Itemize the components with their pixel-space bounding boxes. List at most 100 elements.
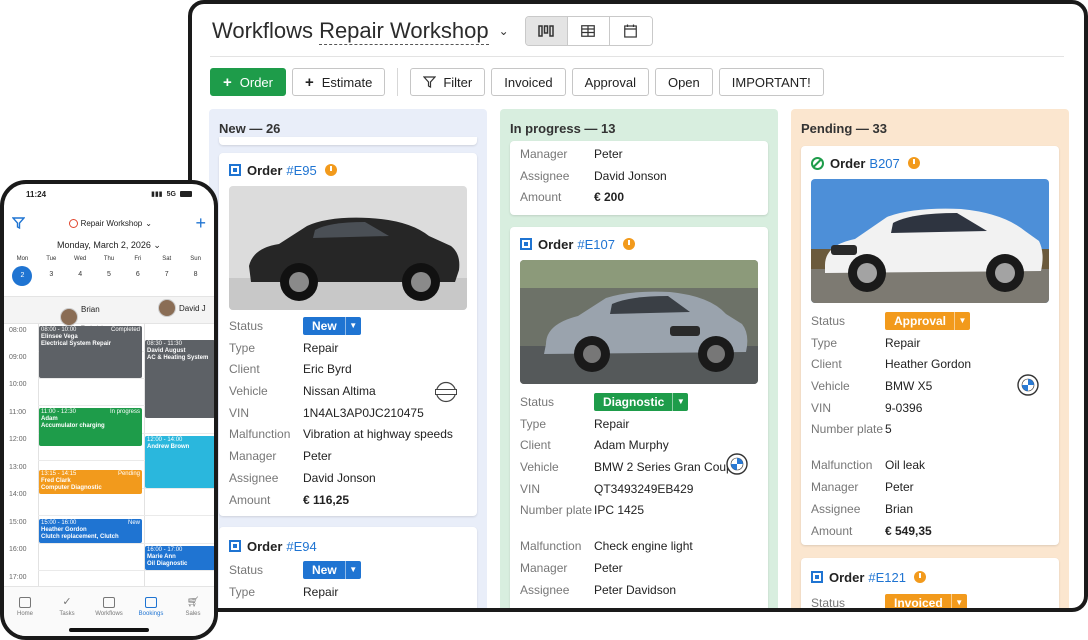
field-value: Adam Murphy (594, 438, 669, 453)
event-client: Andrew Brown (147, 444, 190, 450)
booking-event[interactable]: New 15:00 - 16:00 Heather Gordon Clutch … (39, 519, 142, 543)
booking-event[interactable]: In progress 11:00 - 12:30 Adam Accumulat… (39, 408, 142, 446)
order-card-b207[interactable]: Order B207 Status Approval ▼ Type Repair… (801, 146, 1059, 545)
column-header: New — 26 (219, 121, 281, 136)
status-value: Diagnostic (603, 395, 665, 409)
status-dropdown[interactable]: Approval ▼ (885, 312, 971, 330)
filter-icon[interactable] (12, 217, 25, 229)
weekday-label: Fri (134, 256, 142, 262)
order-card-e121[interactable]: Order #E121 Status Invoiced ▼ (801, 558, 1059, 608)
day-sat[interactable]: Sat 7 (152, 256, 181, 286)
status-dropdown[interactable]: Invoiced ▼ (885, 594, 967, 608)
day-tue[interactable]: Tue 3 (37, 256, 66, 286)
field-value: Repair (885, 335, 921, 350)
tab-sales[interactable]: 🛒︎ Sales (172, 587, 214, 636)
weekday-label: Mon (16, 256, 29, 262)
status-dropdown[interactable]: New ▼ (303, 317, 361, 335)
field-label: Vehicle (520, 460, 559, 475)
hour-label: 09:00 (9, 354, 27, 361)
cart-icon: 🛒︎ (186, 597, 200, 608)
day-mon[interactable]: Mon 2 (8, 256, 37, 286)
order-number-link[interactable]: #E95 (286, 163, 316, 178)
tab-label: Tasks (59, 611, 75, 617)
card-fields: Status New ▼ Type Repair Client Eric Byrd Ve… (219, 310, 477, 511)
add-order-button[interactable]: + Order (210, 68, 286, 96)
field-value: Check engine light (594, 539, 693, 554)
previous-card-edge (219, 137, 477, 145)
card-title: Order #E121 (801, 565, 1059, 589)
event-time: 12:00 - 14:00 (147, 437, 183, 443)
day-thu[interactable]: Thu 5 (95, 256, 124, 286)
chevron-down-icon[interactable]: ⌄ (499, 24, 509, 38)
event-status: Pending (117, 471, 140, 477)
status-dropdown[interactable]: Diagnostic ▼ (594, 393, 689, 411)
workshop-selector[interactable]: Repair Workshop (319, 18, 489, 45)
order-card-partial[interactable]: Manager Peter Assignee David Jonson Amount… (510, 141, 768, 215)
filter-button[interactable]: Filter (410, 68, 486, 96)
field-label: Status (811, 314, 846, 328)
home-icon (19, 597, 31, 608)
field-value: Repair (594, 416, 630, 431)
order-number-link[interactable]: #E94 (286, 539, 316, 554)
add-estimate-label: Estimate (321, 74, 373, 90)
booking-event[interactable]: Pending 13:15 - 14:15 Fred Clark Compute… (39, 470, 142, 494)
order-card-e95[interactable]: Order #E95 Status New ▼ Type Repair Clie… (219, 153, 477, 516)
field-value: David Jonson (303, 470, 376, 485)
order-number-link[interactable]: B207 (869, 156, 899, 171)
field-amount: Amount € 549,35 (811, 521, 1049, 543)
order-card-e94[interactable]: Order #E94 Status New ▼ Type Repair (219, 527, 477, 608)
add-button[interactable]: + (195, 213, 206, 234)
field-label: Manager (229, 449, 277, 464)
event-service: Computer Diagnostic (41, 485, 102, 491)
filter-important-button[interactable]: IMPORTANT! (718, 68, 824, 96)
booking-event[interactable]: 12:00 - 14:00 Andrew Brown (145, 436, 214, 488)
tab-label: Sales (185, 611, 201, 617)
field-plate: Number plate IPC 1425 (520, 500, 758, 536)
order-icon (229, 540, 241, 552)
field-label: Manager (520, 147, 568, 161)
field-malfunction: Malfunction Oil leak (811, 455, 1049, 477)
filter-invoiced-button[interactable]: Invoiced (491, 68, 566, 96)
field-amount: Amount € 116,25 (229, 490, 467, 512)
workshop-selector[interactable]: Repair Workshop ⌄ (68, 218, 152, 228)
filter-approval-button[interactable]: Approval (571, 68, 649, 96)
field-value: David Jonson (594, 168, 667, 183)
booking-event[interactable]: Completed 08:00 - 10:00 Elinsee Vega Ele… (39, 326, 142, 378)
date-label: Monday, March 2, 2026 (57, 240, 151, 250)
desktop-window: Workflows Repair Workshop ⌄ + Order + Esti… (188, 0, 1088, 612)
car-image (520, 260, 758, 384)
day-sun[interactable]: Sun 8 (181, 256, 210, 286)
field-value: Repair (303, 340, 339, 355)
field-vehicle: Vehicle BMW X5 (811, 374, 1049, 398)
order-number-link[interactable]: #E121 (868, 570, 906, 585)
field-value: Repair (303, 584, 339, 599)
avatar (158, 299, 176, 317)
field-manager: Manager Peter (811, 477, 1049, 499)
battery-icon (180, 191, 192, 197)
kanban-view-button[interactable] (525, 17, 568, 45)
field-label: Assignee (520, 168, 570, 183)
date-picker[interactable]: Monday, March 2, 2026 ⌄ (4, 240, 214, 251)
view-switcher (524, 16, 653, 46)
day-wed[interactable]: Wed 4 (66, 256, 95, 286)
field-assignee: Assignee Brian (811, 499, 1049, 521)
tab-home[interactable]: Home (4, 587, 46, 636)
technician-david[interactable]: David J (158, 299, 206, 317)
booking-event[interactable]: 16:00 - 17:00 Marie Ann Oil Diagnostic (145, 546, 214, 570)
card-prefix: Order (830, 155, 866, 171)
order-card-e107[interactable]: Order #E107 Status Diagnostic ▼ Type Rep… (510, 227, 768, 608)
table-view-button[interactable] (567, 17, 610, 45)
day-fri[interactable]: Fri 6 (123, 256, 152, 286)
status-dropdown[interactable]: New ▼ (303, 561, 361, 579)
add-estimate-button[interactable]: + Estimate (292, 68, 386, 96)
field-type: Type Repair (229, 582, 467, 604)
field-label: Manager (811, 480, 859, 495)
filter-open-button[interactable]: Open (654, 68, 713, 96)
order-number-link[interactable]: #E107 (577, 237, 615, 252)
signal-icon: ▮▮▮ (151, 191, 163, 198)
booking-event[interactable]: 08:30 - 11:30 David August AC & Heating … (145, 340, 214, 418)
technician-name: Brian (81, 305, 100, 314)
status-value: Invoiced (894, 596, 943, 608)
calendar-view-button[interactable] (609, 17, 652, 45)
order-icon (811, 571, 823, 583)
